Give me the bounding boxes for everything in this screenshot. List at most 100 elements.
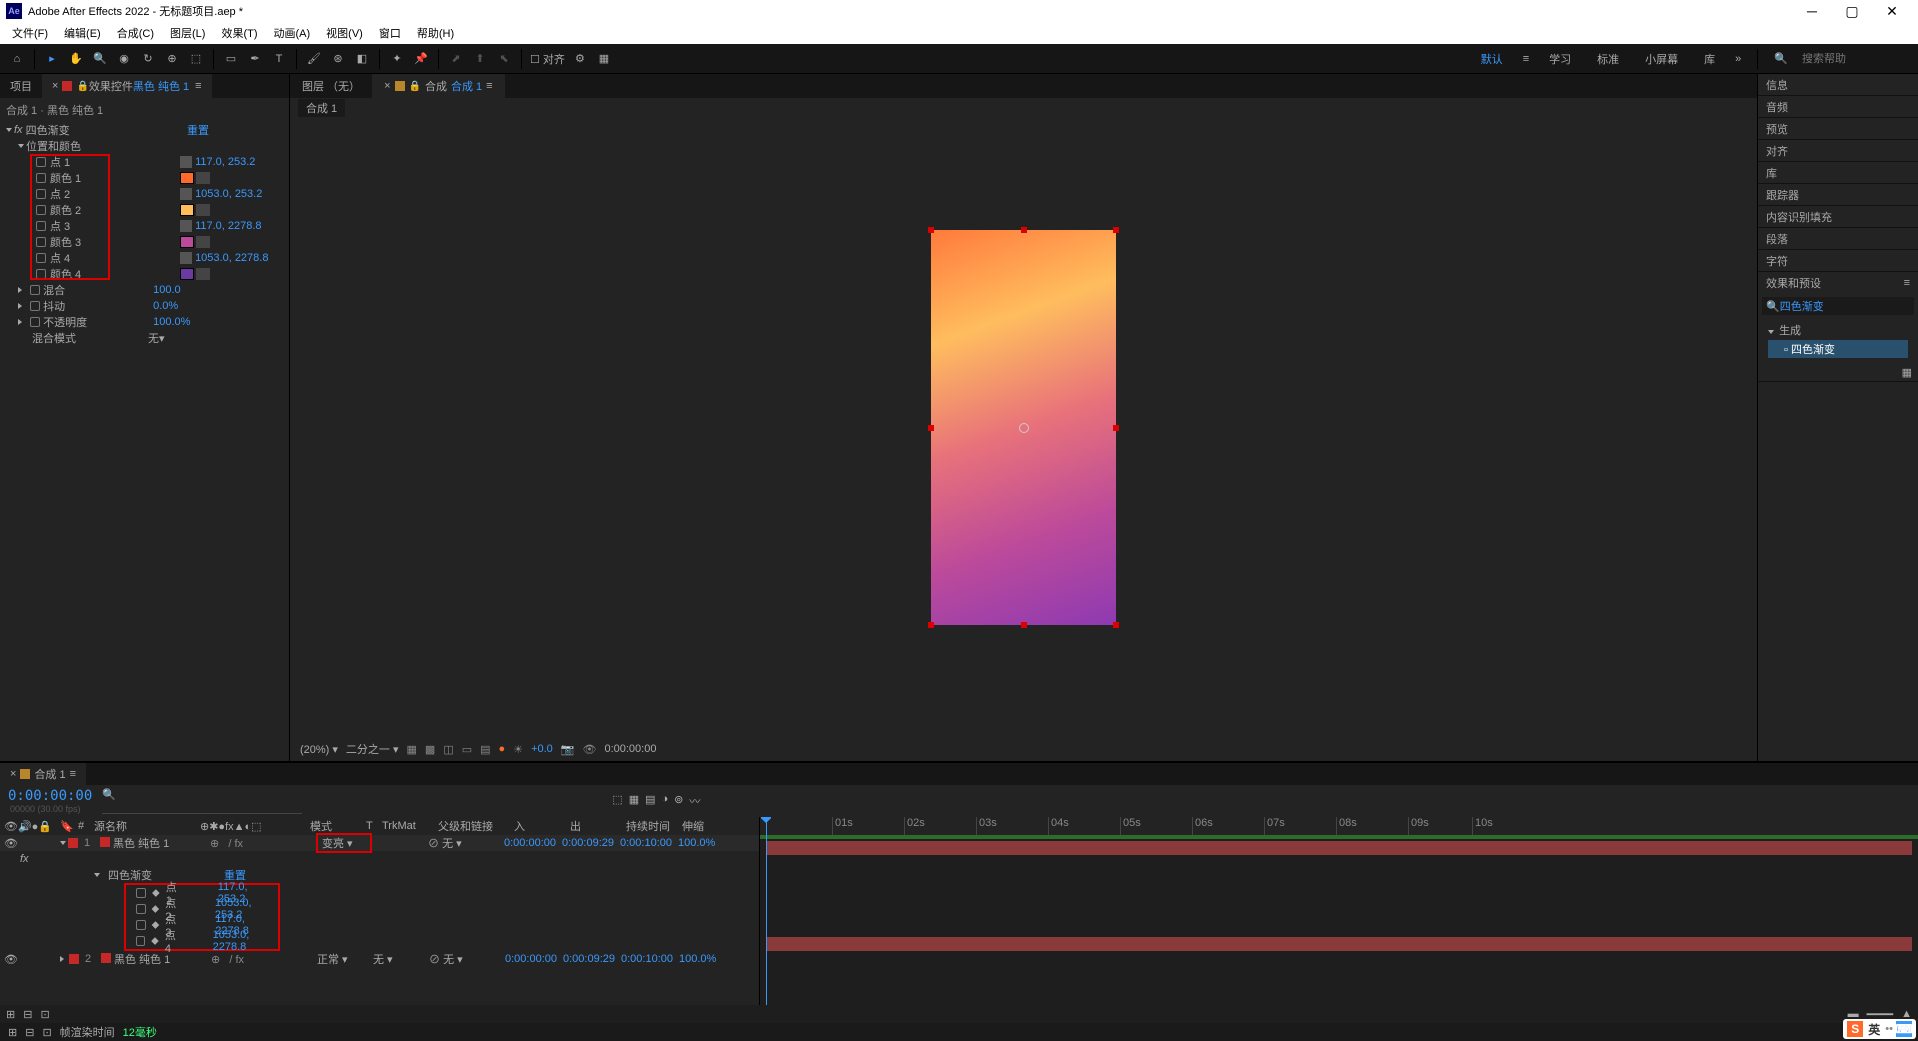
in-time[interactable]: 0:00:00:00 xyxy=(505,953,557,965)
layer-row[interactable]: 👁 2 黑色 纯色 1 ⊕ / fx 正常 ▾ 无 ▾ ⊘ 无 ▾ 0:00:0… xyxy=(0,951,759,967)
opacity-value[interactable]: 100.0% xyxy=(153,316,190,328)
selection-tool-icon[interactable]: ▸ xyxy=(43,50,61,68)
preview-time[interactable]: 0:00:00:00 xyxy=(604,743,656,755)
chevron-down-icon[interactable]: ▾ xyxy=(159,332,165,345)
comp-flowchart-icon[interactable]: ⬚ xyxy=(612,793,622,809)
menu-effect[interactable]: 效果(T) xyxy=(213,25,265,41)
duration[interactable]: 0:00:10:00 xyxy=(620,837,672,849)
group-position-color[interactable]: 位置和颜色 xyxy=(26,138,81,154)
time-ruler[interactable]: 01s 02s 03s 04s 05s 06s 07s 08s 09s 10s xyxy=(760,817,1918,835)
stopwatch-icon[interactable] xyxy=(36,173,46,183)
brush-tool-icon[interactable]: 🖌 xyxy=(305,50,323,68)
menu-file[interactable]: 文件(F) xyxy=(4,25,56,41)
snap-option-icon[interactable]: ⚙ xyxy=(571,50,589,68)
resolution-dropdown[interactable]: 二分之一 ▾ xyxy=(346,741,399,757)
camera-tool-icon[interactable]: ⊕ xyxy=(163,50,181,68)
new-bin-icon[interactable]: ▦ xyxy=(1902,367,1912,379)
orbit-tool-icon[interactable]: ◉ xyxy=(115,50,133,68)
stopwatch-icon[interactable] xyxy=(36,205,46,215)
panel-align[interactable]: 对齐 xyxy=(1758,140,1918,162)
lock-icon[interactable]: 🔒 xyxy=(76,81,88,92)
crosshair-icon[interactable] xyxy=(180,220,192,232)
workspace-small[interactable]: 小屏幕 xyxy=(1639,51,1684,67)
graph-editor-icon[interactable]: 〰 xyxy=(689,793,700,809)
shy-icon[interactable]: ▤ xyxy=(645,793,655,809)
draft-3d-icon[interactable]: ▦ xyxy=(629,793,639,809)
zoom-tool-icon[interactable]: 🔍 xyxy=(91,50,109,68)
close-tab-icon[interactable]: × xyxy=(10,768,16,780)
grid-icon[interactable]: ▤ xyxy=(480,743,490,756)
text-tool-icon[interactable]: T xyxy=(270,50,288,68)
fast-preview-icon[interactable]: ▦ xyxy=(407,743,417,756)
lock-icon[interactable]: 🔒 xyxy=(409,81,421,92)
effect-reset-link[interactable]: 重置 xyxy=(187,122,209,138)
transform-handle[interactable] xyxy=(1113,425,1119,431)
eyedropper-icon[interactable] xyxy=(196,204,210,216)
visibility-toggle[interactable]: 👁 xyxy=(4,837,18,850)
eyedropper-icon[interactable] xyxy=(196,172,210,184)
eyedropper-icon[interactable] xyxy=(196,236,210,248)
panel-audio[interactable]: 音频 xyxy=(1758,96,1918,118)
duration[interactable]: 0:00:10:00 xyxy=(621,953,673,965)
tl-point4[interactable]: 1053.0, 2278.8 xyxy=(213,929,278,953)
workspace-default[interactable]: 默认 xyxy=(1475,51,1509,67)
panel-menu-icon[interactable]: ≡ xyxy=(70,768,76,780)
panel-menu-icon[interactable]: ≡ xyxy=(195,80,201,92)
timeline-tab-comp[interactable]: × 合成 1 ≡ xyxy=(0,763,86,785)
workspace-library[interactable]: 库 xyxy=(1698,51,1721,67)
channel-icon[interactable]: ● xyxy=(499,743,506,755)
puppet-tool-icon[interactable]: 📌 xyxy=(412,50,430,68)
stopwatch-icon[interactable] xyxy=(36,269,46,279)
workspace-standard[interactable]: 标准 xyxy=(1591,51,1625,67)
parent-dropdown[interactable]: ⊘ 无 ▾ xyxy=(428,835,504,851)
pen-tool-icon[interactable]: ✒ xyxy=(246,50,264,68)
panel-tracker[interactable]: 跟踪器 xyxy=(1758,184,1918,206)
crosshair-icon[interactable] xyxy=(180,188,192,200)
color-1-swatch[interactable] xyxy=(180,172,194,184)
point-4-value[interactable]: 1053.0, 2278.8 xyxy=(195,252,268,264)
panel-preview[interactable]: 预览 xyxy=(1758,118,1918,140)
menu-layer[interactable]: 图层(L) xyxy=(162,25,213,41)
panel-character[interactable]: 字符 xyxy=(1758,250,1918,272)
transform-handle[interactable] xyxy=(1021,227,1027,233)
layer-name[interactable]: 黑色 纯色 1 xyxy=(96,835,206,851)
transform-handle[interactable] xyxy=(928,227,934,233)
preset-category[interactable]: 生成 xyxy=(1768,322,1908,338)
out-time[interactable]: 0:00:09:29 xyxy=(563,953,615,965)
mode-dropdown[interactable]: 变亮 ▾ xyxy=(316,833,372,853)
stretch[interactable]: 100.0% xyxy=(678,837,715,849)
transparency-grid-icon[interactable]: ▩ xyxy=(425,743,435,756)
ime-indicator[interactable]: S 英 •• ⌨ xyxy=(1843,1019,1916,1039)
local-axis-icon[interactable]: ⬈ xyxy=(447,50,465,68)
timeline-search-input[interactable] xyxy=(102,801,302,814)
point-1-value[interactable]: 117.0, 253.2 xyxy=(195,156,255,168)
composition-canvas[interactable] xyxy=(931,230,1116,625)
blend-value[interactable]: 100.0 xyxy=(153,284,181,296)
menu-help[interactable]: 帮助(H) xyxy=(409,25,462,41)
view-axis-icon[interactable]: ⬉ xyxy=(495,50,513,68)
pan-behind-tool-icon[interactable]: ⬚ xyxy=(187,50,205,68)
transform-handle[interactable] xyxy=(928,425,934,431)
transform-handle[interactable] xyxy=(1021,622,1027,628)
transform-handle[interactable] xyxy=(1113,622,1119,628)
frame-blend-icon[interactable]: ◑ xyxy=(662,793,669,809)
preset-item[interactable]: ▫ 四色渐变 xyxy=(1768,340,1908,358)
close-tab-icon[interactable]: × xyxy=(384,80,390,92)
visibility-toggle[interactable]: 👁 xyxy=(4,953,18,966)
stopwatch-icon[interactable] xyxy=(36,237,46,247)
exposure-value[interactable]: +0.0 xyxy=(531,743,553,755)
current-timecode[interactable]: 0:00:00:00 xyxy=(8,788,92,804)
tab-project[interactable]: 项目 xyxy=(0,74,42,98)
tab-composition[interactable]: × 🔒 合成 合成 1 ≡ xyxy=(372,74,505,98)
menu-window[interactable]: 窗口 xyxy=(371,25,409,41)
close-tab-icon[interactable]: × xyxy=(52,80,58,92)
timeline-track-area[interactable]: 01s 02s 03s 04s 05s 06s 07s 08s 09s 10s xyxy=(760,817,1918,1005)
exposure-reset-icon[interactable]: ☀ xyxy=(513,743,523,756)
workspace-overflow-icon[interactable]: » xyxy=(1735,53,1741,65)
snapping-checkbox[interactable]: ☐ 对齐 xyxy=(530,51,565,67)
panel-content-aware-fill[interactable]: 内容识别填充 xyxy=(1758,206,1918,228)
crosshair-icon[interactable] xyxy=(180,156,192,168)
menu-edit[interactable]: 编辑(E) xyxy=(56,25,109,41)
jitter-value[interactable]: 0.0% xyxy=(153,300,178,312)
point-2-value[interactable]: 1053.0, 253.2 xyxy=(195,188,262,200)
